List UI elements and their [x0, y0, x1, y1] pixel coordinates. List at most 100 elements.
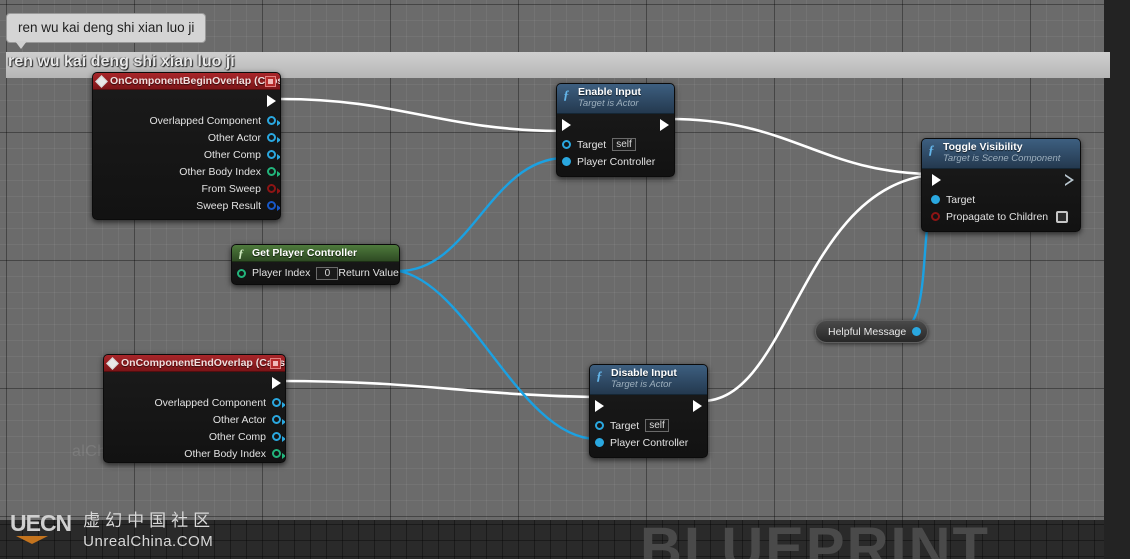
pin-label: Other Comp — [208, 430, 266, 443]
pin-label: Overlapped Component — [154, 396, 267, 409]
pin-row[interactable]: From Sweep — [93, 180, 280, 197]
uecn-site-label: UnrealChina.COM — [83, 532, 214, 550]
pin-row[interactable]: Other Body Index — [93, 163, 280, 180]
pin-row[interactable]: Player Controller — [590, 434, 707, 451]
node-header: ƒ Enable Input Target is Actor — [557, 84, 674, 114]
pin-label: Target — [577, 138, 607, 151]
output-pin-other-comp[interactable] — [267, 150, 280, 160]
output-pin-other-actor[interactable] — [272, 415, 285, 425]
pin-row[interactable]: Other Comp — [104, 428, 285, 445]
output-pin-other-comp[interactable] — [272, 432, 285, 442]
pin-label: Other Comp — [203, 148, 261, 161]
node-header: ƒ Toggle Visibility Target is Scene Comp… — [922, 139, 1080, 169]
exec-output-pin[interactable] — [1065, 174, 1074, 186]
target-value-field[interactable]: self — [612, 138, 636, 151]
input-pin-player-index[interactable] — [237, 268, 246, 278]
exec-row[interactable] — [922, 169, 1080, 191]
node-enable-input[interactable]: ƒ Enable Input Target is Actor Target se… — [556, 83, 675, 177]
graph-title-label: ren wu kai deng shi xian luo ji — [8, 53, 235, 70]
canvas-right-edge — [1104, 0, 1130, 559]
output-pin-sweep-result[interactable] — [267, 201, 280, 211]
node-body: Overlapped Component Other Actor Other C… — [104, 372, 285, 462]
uecn-logo-text: UECN — [10, 510, 72, 544]
player-index-value-field[interactable]: 0 — [316, 266, 339, 280]
node-get-player-controller[interactable]: ƒ Get Player Controller Player Index 0 R… — [231, 244, 400, 285]
pin-row[interactable]: Sweep Result — [93, 197, 280, 214]
pin-label: Overlapped Component — [149, 114, 262, 127]
node-subtitle: Target is Scene Component — [943, 153, 1061, 164]
exec-output-row[interactable] — [93, 90, 280, 112]
pin-row[interactable]: Other Comp — [93, 146, 280, 163]
delegate-pin-icon[interactable] — [270, 358, 281, 369]
blueprint-editor-window: BLUEPRINT alChina.COM OnComponentBeginOv… — [0, 0, 1130, 559]
node-title: Enable Input — [578, 86, 641, 98]
pin-row[interactable]: Target — [922, 191, 1080, 208]
output-pin-overlapped-component[interactable] — [267, 116, 280, 126]
tooltip-text: ren wu kai deng shi xian luo ji — [18, 20, 195, 35]
node-header: ƒ Get Player Controller — [232, 245, 399, 262]
pin-label: Player Index — [252, 267, 311, 279]
pin-label: Target — [610, 419, 640, 432]
exec-input-pin[interactable] — [932, 174, 941, 186]
exec-output-pin[interactable] — [267, 95, 276, 107]
node-disable-input[interactable]: ƒ Disable Input Target is Actor Target s… — [589, 364, 708, 458]
pin-label: Player Controller — [610, 436, 689, 449]
tooltip-tail — [15, 41, 27, 49]
pin-row[interactable]: Overlapped Component — [93, 112, 280, 129]
pin-row[interactable]: Player Controller — [557, 153, 674, 170]
pin-row[interactable]: Target self — [590, 417, 707, 434]
function-icon: ƒ — [928, 142, 935, 157]
comment-pin[interactable] — [912, 327, 922, 336]
pin-label: Sweep Result — [196, 199, 261, 212]
node-on-component-begin-overlap[interactable]: OnComponentBeginOverlap (Capsule) Overla… — [92, 72, 281, 220]
comment-bubble-helpful-message[interactable]: Helpful Message — [815, 320, 929, 343]
pin-row[interactable]: Other Actor — [93, 129, 280, 146]
node-body: Overlapped Component Other Actor Other C… — [93, 90, 280, 214]
pin-row[interactable]: Other Body Index — [104, 445, 285, 462]
output-pin-overlapped-component[interactable] — [272, 398, 285, 408]
exec-input-pin[interactable] — [562, 119, 571, 131]
node-body: Target Propagate to Children — [922, 169, 1080, 225]
input-pin-player-controller[interactable] — [562, 157, 571, 166]
output-pin-other-body-index[interactable] — [267, 167, 280, 177]
input-pin-target[interactable] — [931, 195, 940, 204]
event-diamond-icon — [106, 356, 119, 370]
node-toggle-visibility[interactable]: ƒ Toggle Visibility Target is Scene Comp… — [921, 138, 1081, 232]
node-header: OnComponentBeginOverlap (Capsule) — [93, 73, 280, 90]
exec-output-pin[interactable] — [272, 377, 281, 389]
uecn-text-group: 虚幻中国社区 UnrealChina.COM — [83, 511, 215, 551]
delegate-pin-icon[interactable] — [265, 76, 276, 87]
pin-label: Return Value — [338, 267, 399, 279]
exec-row[interactable] — [590, 395, 707, 417]
pin-row[interactable]: Propagate to Children — [922, 208, 1080, 225]
target-value-field[interactable]: self — [645, 419, 669, 432]
pin-row[interactable]: Other Actor — [104, 411, 285, 428]
pin-label: From Sweep — [201, 182, 261, 195]
output-pin-other-body-index[interactable] — [272, 449, 285, 459]
event-diamond-icon — [95, 74, 108, 88]
input-pin-propagate-to-children[interactable] — [931, 212, 940, 221]
propagate-to-children-checkbox[interactable] — [1056, 210, 1069, 223]
input-pin-target[interactable] — [595, 421, 604, 430]
pin-row[interactable]: Overlapped Component — [104, 394, 285, 411]
function-icon: ƒ — [596, 368, 603, 383]
exec-output-pin[interactable] — [660, 119, 669, 131]
exec-row[interactable] — [557, 114, 674, 136]
node-on-component-end-overlap[interactable]: OnComponentEndOverlap (Capsule) Overlapp… — [103, 354, 286, 463]
output-pin-from-sweep[interactable] — [267, 184, 280, 194]
exec-output-pin[interactable] — [693, 400, 702, 412]
pin-row[interactable]: Target self — [557, 136, 674, 153]
node-title: Toggle Visibility — [943, 141, 1023, 153]
pin-label: Other Body Index — [184, 447, 266, 460]
node-title: Get Player Controller — [252, 247, 358, 259]
pin-row[interactable]: Player Index 0 Return Value — [232, 262, 399, 284]
input-pin-target[interactable] — [562, 140, 571, 149]
exec-output-row[interactable] — [104, 372, 285, 394]
node-body: Player Index 0 Return Value — [232, 262, 399, 284]
input-pin-player-controller[interactable] — [595, 438, 604, 447]
pin-label: Other Actor — [212, 413, 266, 426]
output-pin-other-actor[interactable] — [267, 133, 280, 143]
exec-input-pin[interactable] — [595, 400, 604, 412]
node-body: Target self Player Controller — [590, 395, 707, 451]
node-title: OnComponentEndOverlap (Capsule) — [121, 357, 286, 369]
